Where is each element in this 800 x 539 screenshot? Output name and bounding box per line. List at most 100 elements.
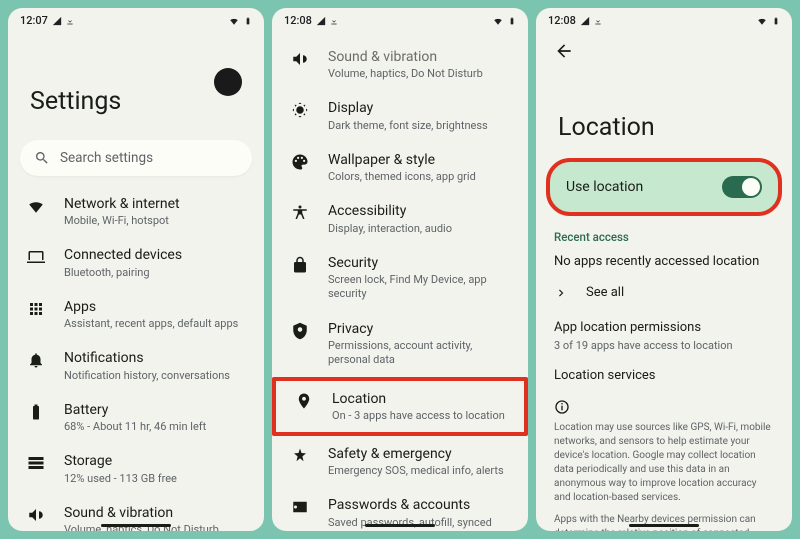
- download-icon: [330, 16, 338, 26]
- row-title: Sound & vibration: [328, 48, 510, 66]
- brightness-icon: [290, 100, 310, 120]
- key-icon: [290, 497, 310, 517]
- row-title: Wallpaper & style: [328, 151, 510, 169]
- search-placeholder: Search settings: [60, 150, 153, 166]
- status-time: 12:08: [284, 14, 312, 27]
- location-pin-icon: [294, 391, 314, 411]
- row-title: Battery: [64, 401, 246, 419]
- row-title: Sound & vibration: [64, 504, 246, 522]
- settings-item-battery[interactable]: Battery68% - About 11 hr, 46 min left: [8, 392, 264, 443]
- volume-icon: [26, 505, 46, 525]
- row-title: Apps: [64, 298, 246, 316]
- wifi-icon: [756, 16, 768, 26]
- settings-item-notifications[interactable]: Notifications Notification history, conve…: [8, 340, 264, 391]
- location-info: Location may use sources like GPS, Wi-Fi…: [536, 393, 792, 531]
- use-location-toggle-row[interactable]: Use location: [548, 160, 780, 214]
- row-subtitle: On - 3 apps have access to location: [332, 409, 506, 423]
- wifi-icon: [26, 196, 46, 216]
- battery-icon: [244, 15, 252, 27]
- battery-icon: [508, 15, 516, 27]
- row-subtitle: Display, interaction, audio: [328, 222, 510, 236]
- row-title: Privacy: [328, 320, 510, 338]
- settings-item-accessibility[interactable]: Accessibility Display, interaction, audio: [272, 193, 528, 244]
- row-subtitle: Screen lock, Find My Device, app securit…: [328, 273, 510, 302]
- volume-icon: [290, 49, 310, 69]
- devices-icon: [26, 247, 46, 267]
- row-subtitle: Permissions, account activity, personal …: [328, 339, 510, 368]
- settings-scrolled-screen: 12:08 Sound & vibrationVolume, haptics, …: [272, 8, 528, 531]
- status-bar: 12:08: [536, 8, 792, 31]
- info-icon: [554, 399, 774, 415]
- status-bar: 12:08: [272, 8, 528, 31]
- nav-handle[interactable]: [365, 524, 435, 527]
- row-subtitle: Notification history, conversations: [64, 369, 246, 383]
- row-subtitle: 68% - About 11 hr, 46 min left: [64, 420, 246, 434]
- download-icon: [594, 16, 602, 26]
- battery-icon: [26, 402, 46, 422]
- apps-grid-icon: [26, 299, 46, 319]
- row-subtitle: Colors, themed icons, app grid: [328, 170, 510, 184]
- services-title: Location services: [554, 368, 656, 383]
- status-time: 12:07: [20, 14, 48, 27]
- wifi-icon: [492, 16, 504, 26]
- settings-item-location[interactable]: LocationOn - 3 apps have access to locat…: [276, 381, 524, 432]
- palette-icon: [290, 152, 310, 172]
- bell-icon: [26, 350, 46, 370]
- wifi-icon: [228, 16, 240, 26]
- settings-item-sound[interactable]: Sound & vibrationVolume, haptics, Do Not…: [272, 39, 528, 90]
- chevron-right-icon: [554, 286, 568, 300]
- settings-item-apps[interactable]: AppsAssistant, recent apps, default apps: [8, 289, 264, 340]
- row-title: Accessibility: [328, 202, 510, 220]
- signal-icon: [52, 16, 62, 26]
- settings-root-screen: 12:07 Settings Search settings Networ: [8, 8, 264, 531]
- row-title: Connected devices: [64, 246, 246, 264]
- storage-icon: [26, 453, 46, 473]
- row-subtitle: Volume, haptics, Do Not Disturb: [328, 67, 510, 81]
- row-subtitle: Emergency SOS, medical info, alerts: [328, 464, 510, 478]
- app-perms-sub: 3 of 19 apps have access to location: [536, 339, 792, 364]
- search-settings[interactable]: Search settings: [20, 140, 252, 176]
- status-time: 12:08: [548, 14, 576, 27]
- see-all-label: See all: [586, 285, 624, 300]
- row-subtitle: Bluetooth, pairing: [64, 266, 246, 280]
- settings-item-wallpaper[interactable]: Wallpaper & styleColors, themed icons, a…: [272, 142, 528, 193]
- row-subtitle: Dark theme, font size, brightness: [328, 119, 510, 133]
- settings-item-connected-devices[interactable]: Connected devices Bluetooth, pairing: [8, 237, 264, 288]
- location-highlight: LocationOn - 3 apps have access to locat…: [272, 377, 528, 436]
- row-title: Display: [328, 99, 510, 117]
- settings-item-network[interactable]: Network & internetMobile, Wi-Fi, hotspot: [8, 186, 264, 237]
- location-settings-screen: 12:08 Location Use location Recent acces…: [536, 8, 792, 531]
- nav-handle[interactable]: [101, 524, 171, 527]
- row-title: Passwords & accounts: [328, 496, 510, 514]
- lock-icon: [290, 255, 310, 275]
- location-services-row[interactable]: Location services: [536, 364, 792, 393]
- settings-item-safety[interactable]: Safety & emergencyEmergency SOS, medical…: [272, 436, 528, 487]
- row-title: Security: [328, 254, 510, 272]
- row-title: Location: [332, 390, 506, 408]
- settings-item-security[interactable]: SecurityScreen lock, Find My Device, app…: [272, 245, 528, 311]
- page-title: Location: [536, 65, 792, 160]
- row-title: Notifications: [64, 349, 246, 367]
- use-location-switch[interactable]: [722, 176, 762, 198]
- nav-handle[interactable]: [629, 524, 699, 527]
- row-subtitle: 12% used - 113 GB free: [64, 472, 246, 486]
- settings-item-storage[interactable]: Storage 12% used - 113 GB free: [8, 443, 264, 494]
- privacy-icon: [290, 321, 310, 341]
- settings-item-privacy[interactable]: PrivacyPermissions, account activity, pe…: [272, 311, 528, 377]
- battery-icon: [772, 15, 780, 27]
- see-all-button[interactable]: See all: [536, 281, 792, 314]
- row-title: Storage: [64, 452, 246, 470]
- signal-icon: [316, 16, 326, 26]
- accessibility-icon: [290, 203, 310, 223]
- settings-item-display[interactable]: Display Dark theme, font size, brightness: [272, 90, 528, 141]
- row-title: Safety & emergency: [328, 445, 510, 463]
- row-subtitle: Assistant, recent apps, default apps: [64, 317, 246, 331]
- recent-access-label: Recent access: [536, 228, 792, 248]
- profile-avatar[interactable]: [214, 68, 242, 96]
- back-button[interactable]: [550, 37, 578, 65]
- search-icon: [34, 150, 50, 166]
- download-icon: [66, 16, 74, 26]
- app-perms-title: App location permissions: [554, 320, 701, 335]
- settings-list: Network & internetMobile, Wi-Fi, hotspot…: [8, 186, 264, 531]
- no-apps-text: No apps recently accessed location: [536, 248, 792, 281]
